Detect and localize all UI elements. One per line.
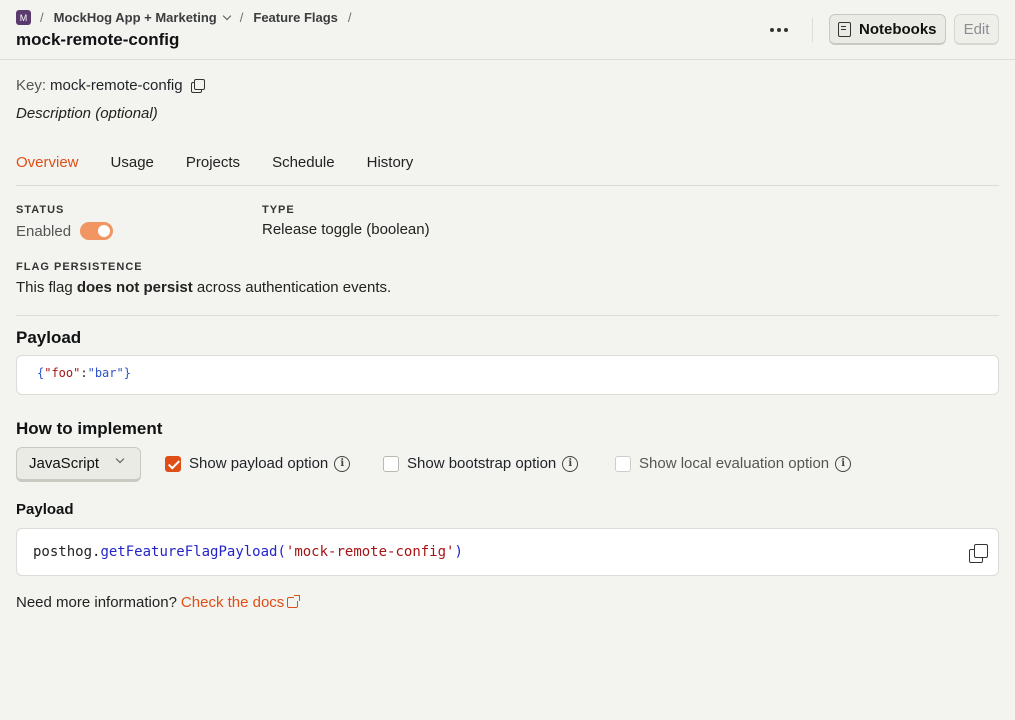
key-label: Key:	[16, 77, 47, 94]
breadcrumb-separator: /	[40, 10, 44, 25]
persistence-prefix: This flag	[16, 279, 77, 296]
info-icon[interactable]: i	[835, 455, 852, 472]
breadcrumb: M / MockHog App + Marketing / Feature Fl…	[16, 10, 362, 25]
flag-description[interactable]: Description (optional)	[16, 105, 158, 122]
notebooks-label: Notebooks	[859, 20, 937, 38]
type-label: TYPE	[262, 204, 295, 216]
copy-icon[interactable]	[969, 544, 988, 563]
payload-heading: Payload	[16, 328, 82, 347]
tab-usage[interactable]: Usage	[111, 148, 154, 186]
dots-icon	[770, 28, 774, 32]
external-link-icon	[287, 595, 301, 608]
more-options-button[interactable]	[766, 20, 792, 40]
code-heading: Payload	[16, 501, 74, 518]
tab-bar: Overview Usage Projects Schedule History	[16, 148, 999, 186]
tab-schedule[interactable]: Schedule	[272, 148, 335, 186]
docs-link[interactable]: Check the docs	[180, 594, 301, 611]
language-select[interactable]: JavaScript	[16, 447, 141, 482]
chevron-down-icon	[115, 454, 125, 464]
status-value: Enabled	[16, 222, 114, 240]
persistence-emphasis: does not persist	[76, 279, 193, 296]
type-value: Release toggle (boolean)	[262, 221, 430, 238]
breadcrumb-project-label: MockHog App + Marketing	[53, 10, 217, 25]
breadcrumb-separator: /	[347, 10, 352, 25]
edit-button[interactable]: Edit	[954, 14, 999, 45]
dots-icon	[784, 28, 788, 32]
payload-checkbox[interactable]	[165, 455, 181, 472]
tab-history[interactable]: History	[367, 148, 414, 186]
more-info-text: Need more information?	[16, 594, 177, 611]
status-toggle[interactable]	[80, 222, 114, 240]
option-label: Show local evaluation option	[639, 455, 830, 472]
notebooks-button[interactable]: Notebooks	[829, 14, 946, 45]
org-badge: M	[16, 10, 31, 25]
option-label: Show payload option	[189, 455, 329, 472]
code-close: )	[454, 544, 463, 560]
breadcrumb-separator: /	[239, 10, 244, 25]
option-bootstrap[interactable]: Show bootstrap option i	[383, 455, 579, 472]
json-colon: :	[80, 366, 88, 380]
chevron-down-icon	[222, 11, 231, 21]
local-evaluation-checkbox[interactable]	[615, 455, 631, 472]
option-local-evaluation[interactable]: Show local evaluation option i	[615, 455, 852, 472]
flag-key-row: Key: mock-remote-config	[16, 77, 205, 94]
section-divider	[16, 315, 999, 316]
option-label: Show bootstrap option	[407, 455, 557, 472]
code-snippet: posthog.getFeatureFlagPayload('mock-remo…	[16, 528, 999, 576]
option-payload[interactable]: Show payload option i	[165, 455, 351, 472]
notebook-icon	[838, 21, 851, 37]
implement-heading: How to implement	[16, 419, 163, 438]
divider	[812, 18, 813, 42]
docs-link-label: Check the docs	[180, 594, 285, 611]
info-icon[interactable]: i	[562, 455, 579, 472]
key-value: mock-remote-config	[50, 77, 183, 94]
breadcrumb-feature-flags[interactable]: Feature Flags	[253, 10, 338, 25]
info-icon[interactable]: i	[334, 455, 351, 472]
code-arg: 'mock-remote-config'	[285, 544, 455, 560]
copy-icon[interactable]	[190, 79, 205, 93]
code-object: posthog	[33, 544, 93, 560]
json-brace: }	[123, 366, 131, 380]
code-method: getFeatureFlagPayload(	[100, 544, 286, 560]
persistence-label: FLAG PERSISTENCE	[16, 261, 143, 273]
bootstrap-checkbox[interactable]	[383, 455, 399, 472]
persistence-suffix: across authentication events.	[192, 279, 392, 296]
persistence-text: This flag does not persist across authen…	[16, 279, 391, 296]
tab-overview[interactable]: Overview	[16, 148, 79, 186]
json-value: "bar"	[87, 366, 124, 380]
breadcrumb-project[interactable]: MockHog App + Marketing	[53, 10, 231, 25]
dots-icon	[777, 28, 781, 32]
json-key: "foo"	[44, 366, 81, 380]
top-bar: M / MockHog App + Marketing / Feature Fl…	[0, 0, 1015, 60]
tab-projects[interactable]: Projects	[186, 148, 240, 186]
more-info: Need more information? Check the docs	[16, 594, 301, 611]
page-title: mock-remote-config	[16, 30, 180, 49]
language-select-value: JavaScript	[29, 455, 100, 472]
status-text: Enabled	[16, 222, 72, 240]
status-label: STATUS	[16, 204, 65, 216]
payload-json: {"foo":"bar"}	[16, 355, 999, 395]
